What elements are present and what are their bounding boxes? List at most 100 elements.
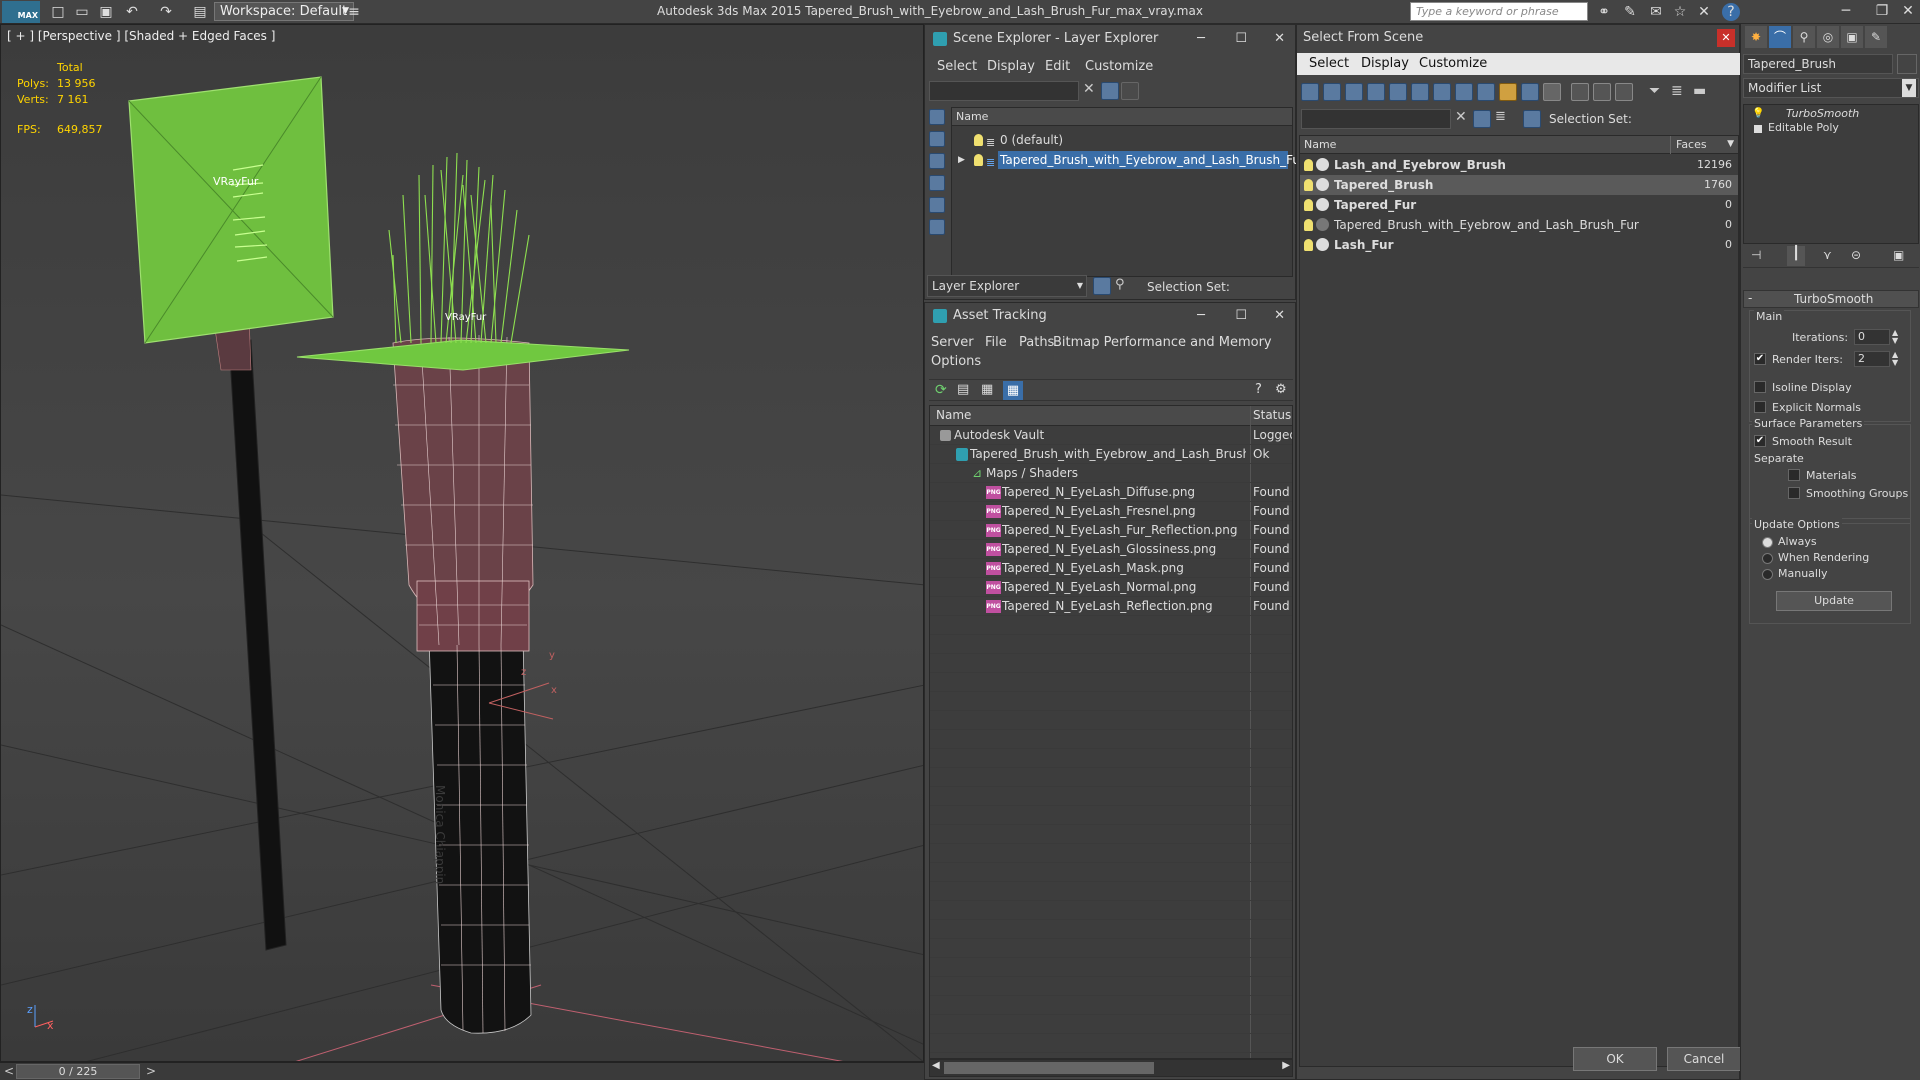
undo-icon[interactable]: ↶	[122, 2, 142, 22]
new-file-icon[interactable]: □	[48, 2, 68, 22]
restore-icon[interactable]: ❐	[1864, 0, 1900, 22]
time-slider[interactable]: < 0 / 225 >	[0, 1062, 924, 1080]
sort-arrow-icon[interactable]: ▼	[1727, 139, 1734, 149]
materials-checkbox[interactable]	[1788, 469, 1800, 481]
minimize-icon[interactable]: ─	[1828, 0, 1864, 22]
scene-explorer-search-input[interactable]	[929, 81, 1079, 101]
select-search-input[interactable]	[1301, 109, 1451, 129]
list-item[interactable]: PNG Tapered_N_EyeLash_Reflection.png Found	[930, 597, 1292, 616]
display-shapes-icon[interactable]	[1323, 83, 1341, 101]
settings-icon[interactable]: ⚙	[1275, 382, 1291, 398]
selection-set-icon[interactable]	[1523, 110, 1541, 128]
render-iters-spinner[interactable]: ▲ ▼	[1892, 351, 1902, 367]
table-row[interactable]: Tapered_Fur 0	[1300, 195, 1738, 215]
list-item[interactable]: PNG Tapered_N_EyeLash_Normal.png Found	[930, 578, 1292, 597]
stack-item-turbosmooth[interactable]: TurboSmooth	[1786, 107, 1859, 120]
clear-search-icon[interactable]: ✕	[1083, 81, 1095, 97]
always-radio[interactable]	[1762, 537, 1773, 548]
list-item[interactable]: Autodesk Vault Logged	[930, 426, 1292, 445]
table-row[interactable]: Lash_and_Eyebrow_Brush 12196	[1300, 155, 1738, 175]
workspace-dropdown[interactable]: Workspace: Default ▼	[214, 2, 354, 21]
display-lights-icon[interactable]	[1345, 83, 1363, 101]
list-item[interactable]: PNG Tapered_N_EyeLash_Fur_Reflection.png F…	[930, 521, 1292, 540]
close-icon[interactable]: ✕	[1717, 29, 1735, 47]
display-groups-icon[interactable]	[1433, 83, 1451, 101]
display-spacewarps-icon[interactable]	[1411, 83, 1429, 101]
display-cameras-icon[interactable]	[929, 175, 945, 191]
modifier-list-dropdown[interactable]: Modifier List ▼	[1743, 78, 1919, 98]
redo-icon[interactable]: ↷	[156, 2, 176, 22]
lightbulb-icon[interactable]	[974, 134, 983, 146]
table-row[interactable]: Lash_Fur 0	[1300, 235, 1738, 255]
layer-options-icon[interactable]	[1121, 82, 1139, 100]
maximize-icon[interactable]: ☐	[1235, 303, 1247, 329]
refresh-icon[interactable]: ⟳	[935, 382, 951, 398]
minimize-icon[interactable]: ─	[1197, 25, 1205, 53]
search-input[interactable]: Type a keyword or phrase	[1410, 2, 1588, 21]
col-name-header[interactable]: Name	[936, 408, 971, 422]
object-name-field[interactable]: Tapered_Brush	[1743, 54, 1893, 74]
cancel-button[interactable]: Cancel	[1667, 1047, 1741, 1071]
menu-select[interactable]: Select	[937, 59, 977, 74]
display-hidden-icon[interactable]	[1543, 83, 1561, 101]
hierarchy-tab-icon[interactable]: ⚲	[1793, 26, 1815, 48]
list-view-icon[interactable]: ▤	[957, 382, 973, 398]
menu-select[interactable]: Select	[1309, 56, 1349, 71]
display-containers-icon[interactable]	[1499, 83, 1517, 101]
scrollbar-thumb[interactable]	[944, 1062, 1154, 1074]
explorer-type-dropdown[interactable]: Layer Explorer ▼	[927, 275, 1087, 297]
lightbulb-icon[interactable]	[974, 154, 983, 166]
column-header-name[interactable]: Name	[952, 108, 1292, 126]
list-item[interactable]: PNG Tapered_N_EyeLash_Fresnel.png Found	[930, 502, 1292, 521]
smoothing-groups-checkbox[interactable]	[1788, 487, 1800, 499]
viewport-label[interactable]: [ + ] [Perspective ] [Shaded + Edged Fac…	[7, 29, 275, 43]
frame-counter[interactable]: 0 / 225	[16, 1064, 140, 1079]
table-row[interactable]: Tapered_Brush 1760	[1300, 175, 1738, 195]
hierarchy-icon[interactable]: ≣	[1671, 83, 1683, 99]
close-icon[interactable]: ✕	[1896, 0, 1920, 22]
col-status-header[interactable]: Status	[1253, 408, 1291, 422]
list-item[interactable]: PNG Tapered_N_EyeLash_Diffuse.png Found	[930, 483, 1292, 502]
stack-item-editable-poly[interactable]: Editable Poly	[1768, 121, 1839, 134]
display-xrefs-icon[interactable]	[1455, 83, 1473, 101]
display-spacewarps-icon[interactable]	[929, 219, 945, 235]
show-end-result-icon[interactable]: ┃	[1787, 246, 1805, 266]
menu-options[interactable]: Options	[931, 354, 981, 369]
sort-icon[interactable]: ▬	[1693, 83, 1706, 99]
select-all-icon[interactable]	[1571, 83, 1589, 101]
prev-frame-button[interactable]: <	[4, 1064, 14, 1078]
tools-icon[interactable]: ✎	[1620, 2, 1640, 22]
menu-customize[interactable]: Customize	[1419, 56, 1487, 71]
menu-file[interactable]: File	[985, 335, 1007, 350]
render-iters-input[interactable]: 2	[1854, 351, 1890, 367]
col-name-header[interactable]: Name	[1304, 138, 1336, 151]
turbosmooth-rollout-header[interactable]: - TurboSmooth	[1743, 290, 1919, 308]
lightbulb-icon[interactable]	[1304, 219, 1313, 231]
layer-row-default[interactable]: ≣ 0 (default)	[974, 130, 1274, 150]
create-tab-icon[interactable]: ✸	[1745, 26, 1767, 48]
table-view-icon[interactable]: ▦	[1003, 381, 1023, 400]
hierarchy-icon[interactable]: ⚲	[1115, 277, 1125, 292]
render-iters-checkbox[interactable]: ✔	[1754, 353, 1766, 365]
smooth-result-checkbox[interactable]: ✔	[1754, 435, 1766, 447]
layer-row-tapered-brush[interactable]: ▶ ≣ Tapered_Brush_with_Eyebrow_and_Lash_…	[956, 150, 1305, 170]
display-tab-icon[interactable]: ▣	[1841, 26, 1863, 48]
menu-paths[interactable]: Paths	[1019, 335, 1054, 350]
list-item[interactable]: Tapered_Brush_with_Eyebrow_and_Lash_Brus…	[930, 445, 1292, 464]
clear-search-icon[interactable]: ✕	[1455, 109, 1467, 125]
display-lights-icon[interactable]	[929, 153, 945, 169]
object-color-swatch[interactable]	[1897, 54, 1917, 74]
make-unique-icon[interactable]: ⋎	[1823, 248, 1832, 262]
menu-icon[interactable]: ≡	[344, 2, 364, 22]
col-faces-header[interactable]: Faces	[1676, 138, 1707, 151]
lightbulb-icon[interactable]	[1304, 199, 1313, 211]
display-helpers-icon[interactable]	[1389, 83, 1407, 101]
pin-stack-icon[interactable]: ⊣	[1751, 248, 1761, 262]
close-icon[interactable]: ✕	[1274, 25, 1285, 53]
menu-display[interactable]: Display	[987, 59, 1035, 74]
layer-icon[interactable]: ≣	[1495, 109, 1506, 124]
display-cameras-icon[interactable]	[1367, 83, 1385, 101]
menu-bitmap-performance[interactable]: Bitmap Performance and Memory	[1053, 335, 1272, 350]
lightbulb-icon[interactable]	[1304, 159, 1313, 171]
horizontal-scrollbar[interactable]: ◀ ▶	[929, 1059, 1293, 1077]
